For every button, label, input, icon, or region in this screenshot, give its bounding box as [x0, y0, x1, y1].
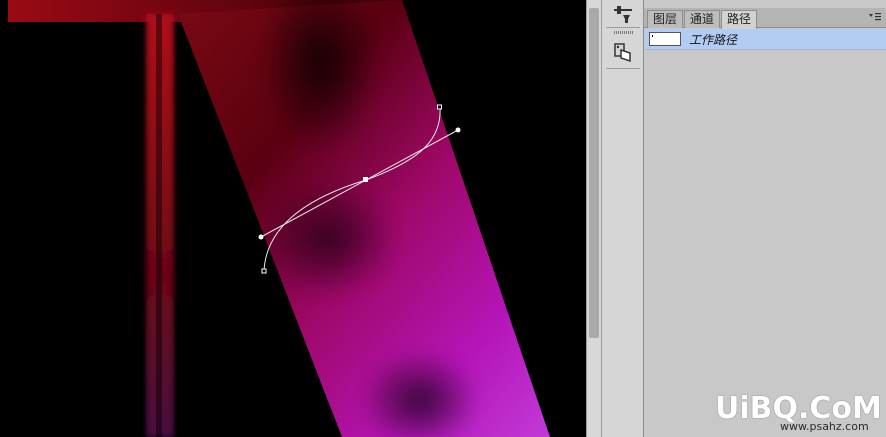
path-list-item-work-path[interactable]: 工作路径	[645, 29, 886, 50]
path-name-label: 工作路径	[689, 33, 738, 47]
adjustments-brush-icon[interactable]	[608, 2, 638, 26]
document-canvas[interactable]	[0, 0, 586, 437]
strip-divider	[606, 27, 640, 28]
strip-grip[interactable]	[614, 31, 634, 34]
canvas-vertical-scrollbar[interactable]	[586, 0, 602, 437]
scrollbar-thumb[interactable]	[589, 8, 599, 338]
watermark-url: www.psahz.com	[780, 420, 869, 433]
panel-menu-icon[interactable]	[868, 11, 882, 23]
anchor-point-bottom[interactable]	[261, 268, 267, 274]
direction-point-right[interactable]	[455, 127, 461, 133]
tab-layers[interactable]: 图层	[647, 10, 684, 28]
canvas-artwork	[8, 0, 550, 437]
anchor-point-selected[interactable]	[363, 177, 368, 182]
transform-paths-icon[interactable]	[608, 40, 638, 64]
anchor-point-top[interactable]	[437, 104, 442, 110]
tab-paths[interactable]: 路径	[721, 10, 758, 29]
letter-stem-shadow	[156, 14, 162, 437]
direction-point-left[interactable]	[258, 234, 264, 240]
shading-middle	[260, 180, 400, 300]
panel-tab-bar: 图层 通道 路径	[644, 8, 886, 29]
panel-icon-strip	[602, 0, 644, 437]
strip-divider	[606, 68, 640, 69]
path-thumbnail	[649, 32, 681, 46]
paths-panel: 图层 通道 路径 工作路径	[644, 0, 886, 437]
tab-channels[interactable]: 通道	[684, 10, 721, 28]
